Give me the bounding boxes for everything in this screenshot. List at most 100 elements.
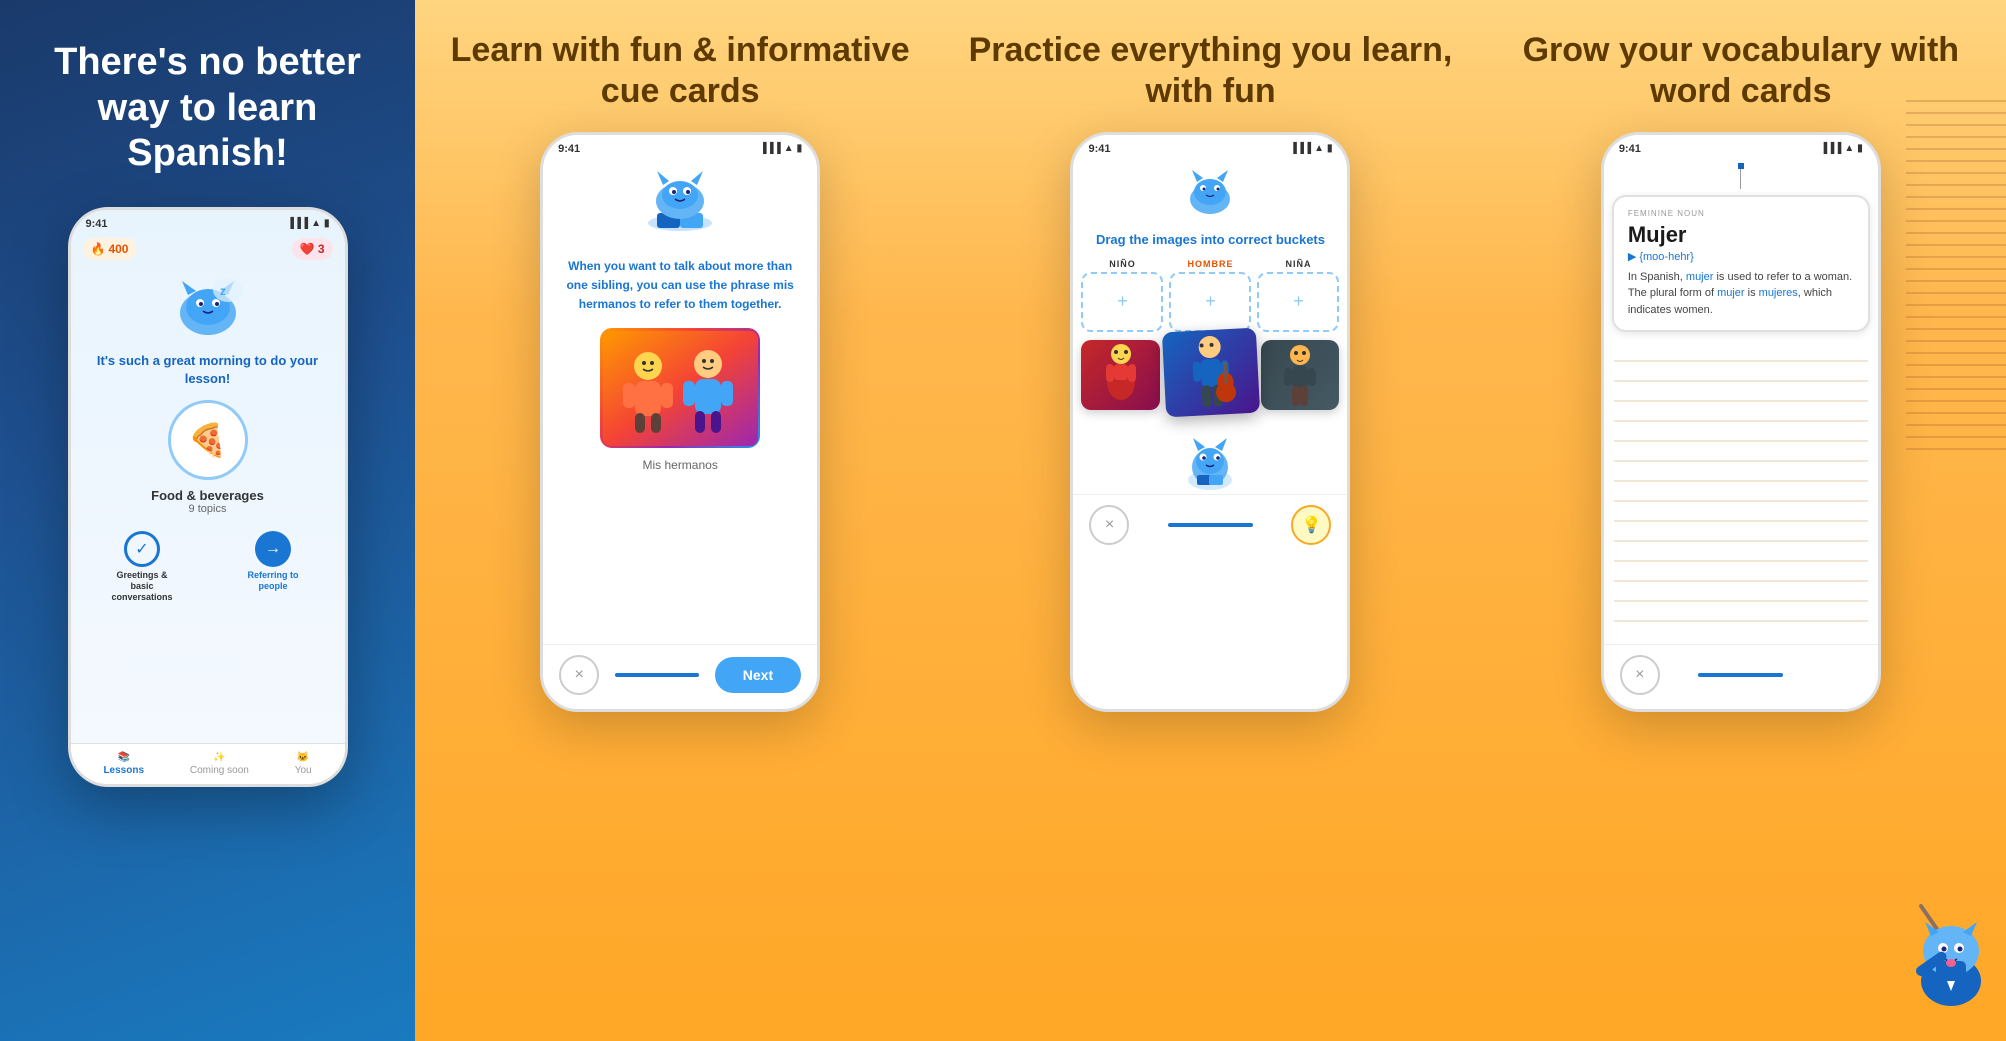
signal-icon-3: ▐▐▐ xyxy=(1290,143,1311,154)
drag-image-3[interactable] xyxy=(1261,340,1339,410)
lessons-icon: 📚 xyxy=(118,752,130,763)
heart-count: 3 xyxy=(318,242,325,256)
nav-you[interactable]: 🐱 You xyxy=(295,752,312,776)
phone-mockup-2: 9:41 ▐▐▐ ▲ ▮ xyxy=(540,132,820,712)
cat-svg-2 xyxy=(635,161,725,236)
status-icons-1: ▐▐▐ ▲ ▮ xyxy=(287,218,330,229)
hermanos-image xyxy=(600,328,760,448)
greeting-text: It's such a great morning to do your les… xyxy=(71,348,345,392)
card-content-2: When you want to talk about more than on… xyxy=(543,239,817,644)
heart-badge: ❤️ 3 xyxy=(292,238,333,260)
battery-icon-4: ▮ xyxy=(1857,143,1863,154)
svg-text:z: z xyxy=(220,284,226,298)
next-button-2[interactable]: Next xyxy=(715,657,801,693)
bucket1-box[interactable]: + xyxy=(1081,272,1163,332)
cue-body-text: When you want to talk about more than on… xyxy=(566,259,792,292)
bucket1-label: NIÑO xyxy=(1109,259,1136,269)
play-icon[interactable]: ▶ xyxy=(1628,251,1636,263)
lesson2-label: Referring to people xyxy=(238,570,308,592)
pizza-icon: 🍕 xyxy=(168,400,248,480)
phone-mockup-1: 9:41 ▐▐▐ ▲ ▮ 🔥 400 ❤️ 3 xyxy=(68,207,348,787)
drag-image-1[interactable] xyxy=(1081,340,1159,410)
signal-icon: ▐▐▐ xyxy=(287,218,308,229)
cat-bottom-wrap xyxy=(1073,419,1347,494)
notebook-area xyxy=(1614,342,1868,640)
streak-count: 400 xyxy=(108,242,128,256)
word-ref-2: mujer xyxy=(1717,287,1745,299)
status-bar-3: 9:41 ▐▐▐ ▲ ▮ xyxy=(1073,135,1347,159)
close-button-4[interactable]: × xyxy=(1620,655,1660,695)
drag-images-area xyxy=(1073,336,1347,419)
battery-icon: ▮ xyxy=(324,218,330,229)
phone-nav-1: 📚 Lessons ✨ Coming soon 🐱 You xyxy=(71,743,345,784)
battery-icon-2: ▮ xyxy=(797,143,803,154)
boy-svg xyxy=(1275,342,1325,407)
lesson-check-icon: ✓ xyxy=(124,531,160,567)
bucket2-box[interactable]: + xyxy=(1169,272,1251,332)
cat-svg-3 xyxy=(1175,164,1245,219)
word-phonetic: ▶ {moo-hehr} xyxy=(1628,250,1854,263)
battery-icon-3: ▮ xyxy=(1327,143,1333,154)
drag-image-2[interactable] xyxy=(1161,327,1259,417)
bucket3-label: NIÑA xyxy=(1285,259,1311,269)
nav-lessons-label: Lessons xyxy=(103,765,144,776)
bucket3-box[interactable]: + xyxy=(1257,272,1339,332)
nav-coming-label: Coming soon xyxy=(190,765,249,776)
phone-header-1: 🔥 400 ❤️ 3 xyxy=(71,234,345,268)
word-ref-3: mujeres xyxy=(1759,287,1798,299)
panel-1: There's no better way to learn Spanish! … xyxy=(0,0,415,1041)
lessons-row: ✓ Greetings & basic conversations → Refe… xyxy=(71,523,345,610)
cat-teacher-wrap xyxy=(1881,886,2006,1021)
status-bar-2: 9:41 ▐▐▐ ▲ ▮ xyxy=(543,135,817,159)
man-guitar-svg xyxy=(1178,331,1242,414)
food-category: Food & beverages xyxy=(71,488,345,503)
coming-soon-icon: ✨ xyxy=(213,752,225,763)
nav-lessons[interactable]: 📚 Lessons xyxy=(103,752,144,776)
word-title: Mujer xyxy=(1628,222,1854,248)
heart-icon: ❤️ xyxy=(300,242,315,256)
status-bar-1: 9:41 ▐▐▐ ▲ ▮ xyxy=(71,210,345,234)
time-1: 9:41 xyxy=(86,218,108,230)
bucket-nino: NIÑO + xyxy=(1081,259,1163,332)
hint-button[interactable]: 💡 xyxy=(1291,505,1331,545)
nav-coming-soon[interactable]: ✨ Coming soon xyxy=(190,752,249,776)
lesson-active-icon: → xyxy=(255,531,291,567)
close-button-3[interactable]: × xyxy=(1089,505,1129,545)
cat-mascot-2 xyxy=(635,164,725,234)
time-4: 9:41 xyxy=(1619,143,1641,155)
panel3-title: Practice everything you learn, with fun xyxy=(960,30,1460,112)
pin-connector xyxy=(1604,159,1878,169)
bucket2-label: HOMBRE xyxy=(1187,259,1233,269)
buckets-row: NIÑO + HOMBRE + NIÑA + xyxy=(1073,255,1347,336)
panel-2: Learn with fun & informative cue cards 9… xyxy=(415,0,945,1041)
word-ref-1: mujer xyxy=(1686,271,1714,283)
notebook-lines xyxy=(1906,100,2006,700)
hermanos-svg xyxy=(603,331,758,446)
close-button-2[interactable]: × xyxy=(559,655,599,695)
cat-mascot-1: z xyxy=(163,273,253,343)
lesson-item-1: ✓ Greetings & basic conversations xyxy=(107,531,177,602)
nav-you-label: You xyxy=(295,765,312,776)
word-card: FEMININE NOUN Mujer ▶ {moo-hehr} In Span… xyxy=(1612,195,1870,333)
cue-text: When you want to talk about more than on… xyxy=(559,249,801,323)
panel4-title: Grow your vocabulary with word cards xyxy=(1491,30,1991,112)
progress-line-4 xyxy=(1698,673,1783,677)
time-2: 9:41 xyxy=(558,143,580,155)
image-caption: Mis hermanos xyxy=(642,458,717,472)
progress-line-2 xyxy=(615,673,700,677)
time-3: 9:41 xyxy=(1088,143,1110,155)
word-body: In Spanish, mujer is used to refer to a … xyxy=(1628,269,1854,319)
thread-line xyxy=(1604,169,1878,189)
bottom-bar-4: × xyxy=(1604,644,1878,709)
you-icon: 🐱 xyxy=(297,752,309,763)
status-icons-4: ▐▐▐ ▲ ▮ xyxy=(1820,143,1863,154)
cat-sitting-svg xyxy=(1175,425,1245,490)
signal-icon-2: ▐▐▐ xyxy=(759,143,780,154)
cat-teacher-svg xyxy=(1881,886,2006,1016)
bottom-bar-2: × Next xyxy=(543,644,817,709)
streak-badge: 🔥 400 xyxy=(83,238,137,260)
wifi-icon-3: ▲ xyxy=(1314,143,1324,154)
status-icons-2: ▐▐▐ ▲ ▮ xyxy=(759,143,802,154)
phone-mockup-4: 9:41 ▐▐▐ ▲ ▮ FEMININE NOUN Mujer ▶ xyxy=(1601,132,1881,712)
cat-mascot-3-wrap xyxy=(1073,159,1347,224)
